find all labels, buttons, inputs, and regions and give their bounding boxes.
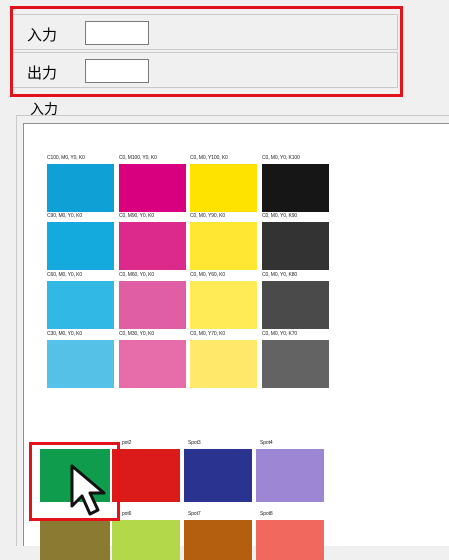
spot-color-swatch[interactable] xyxy=(112,449,180,502)
output-field[interactable] xyxy=(85,59,149,83)
swatch-label: C0, M30, Y0, K0 xyxy=(119,331,155,337)
swatch-label: C0, M0, Y100, K0 xyxy=(190,155,228,161)
output-label: 出力 xyxy=(27,65,58,82)
swatch-label: C0, M90, Y0, K0 xyxy=(119,213,155,219)
color-swatch[interactable] xyxy=(47,164,114,212)
color-swatch[interactable] xyxy=(190,281,257,329)
spot-label: pot2 xyxy=(122,440,132,446)
input-field[interactable] xyxy=(85,21,149,45)
input-label: 入力 xyxy=(27,27,58,44)
color-swatch[interactable] xyxy=(262,340,329,388)
group-border-left xyxy=(16,115,17,546)
color-swatch[interactable] xyxy=(190,164,257,212)
color-swatch[interactable] xyxy=(262,281,329,329)
mouse-cursor-icon xyxy=(70,464,106,516)
color-swatch[interactable] xyxy=(190,222,257,270)
color-swatch[interactable] xyxy=(190,340,257,388)
spot-color-swatch[interactable] xyxy=(256,449,324,502)
group-border-top xyxy=(16,115,449,116)
swatch-label: C0, M0, Y0, K90 xyxy=(262,213,298,219)
swatch-label: C0, M60, Y0, K0 xyxy=(119,272,155,278)
spot-color-swatch[interactable] xyxy=(184,520,252,560)
color-swatch[interactable] xyxy=(119,340,186,388)
color-swatch[interactable] xyxy=(119,164,186,212)
spot-label: Spot7 xyxy=(188,511,201,517)
swatch-label: C0, M0, Y0, K70 xyxy=(262,331,298,337)
swatch-label: C0, M0, Y70, K0 xyxy=(190,331,226,337)
spot-label: Spot8 xyxy=(260,511,273,517)
swatch-label: C60, M0, Y0, K0 xyxy=(47,272,83,278)
input-row: 入力 xyxy=(12,14,398,50)
color-swatch[interactable] xyxy=(47,340,114,388)
spot-label: pot6 xyxy=(122,511,132,517)
spot-color-swatch[interactable] xyxy=(256,520,324,560)
swatch-label: C0, M0, Y0, K80 xyxy=(262,272,298,278)
swatch-label: C30, M0, Y0, K0 xyxy=(47,331,83,337)
spot-color-swatch[interactable] xyxy=(40,520,110,560)
spot-label: Spot3 xyxy=(188,440,201,446)
swatch-label: C0, M0, Y0, K100 xyxy=(262,155,300,161)
color-swatch[interactable] xyxy=(119,222,186,270)
swatch-label: C100, M0, Y0, K0 xyxy=(47,155,85,161)
output-row: 出力 xyxy=(12,52,398,88)
spot-label: Spot4 xyxy=(260,440,273,446)
swatch-label: C90, M0, Y0, K0 xyxy=(47,213,83,219)
color-swatch[interactable] xyxy=(262,164,329,212)
spot-color-swatch[interactable] xyxy=(112,520,180,560)
swatch-label: C0, M0, Y90, K0 xyxy=(190,213,226,219)
swatch-label: C0, M100, Y0, K0 xyxy=(119,155,157,161)
color-swatch[interactable] xyxy=(119,281,186,329)
group-label: 入力 xyxy=(30,101,58,117)
color-swatch[interactable] xyxy=(262,222,329,270)
color-swatch[interactable] xyxy=(47,281,114,329)
color-swatch[interactable] xyxy=(47,222,114,270)
swatch-label: C0, M0, Y60, K0 xyxy=(190,272,226,278)
spot-color-swatch[interactable] xyxy=(184,449,252,502)
